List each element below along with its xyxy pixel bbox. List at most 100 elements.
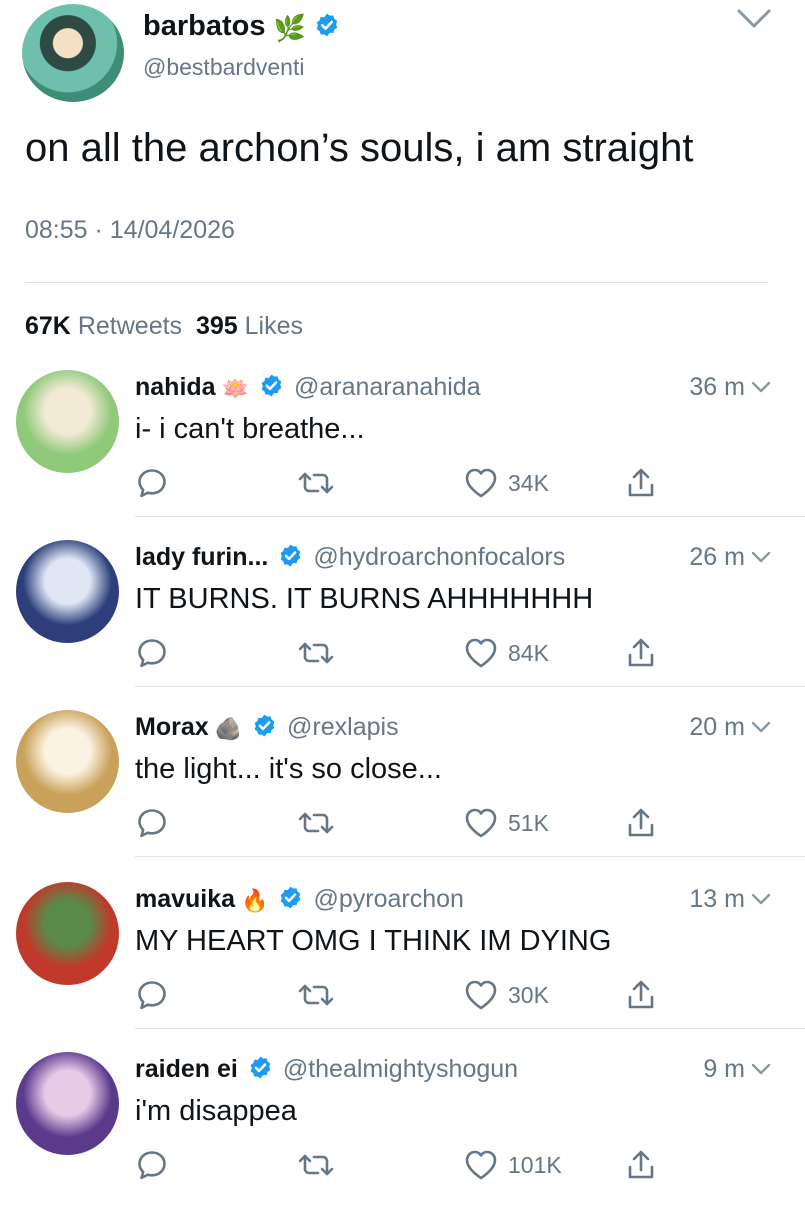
share-button[interactable] [626, 1148, 656, 1182]
author-name: barbatos [143, 10, 266, 42]
reply-author-name[interactable]: Morax [135, 713, 209, 741]
retweet-icon [298, 984, 334, 1006]
verified-badge-icon [281, 886, 301, 909]
reply-avatar[interactable] [16, 1052, 119, 1155]
reply-author-handle[interactable]: @aranaranahida [294, 373, 481, 401]
reply-tweet[interactable]: raiden ei @thealmightyshogun 9 m i'm dis… [0, 1042, 805, 1212]
reply-name-emoji: 🪷 [221, 376, 249, 401]
reply-author-handle[interactable]: @hydroarchonfocalors [313, 543, 565, 571]
retweet-icon [298, 472, 334, 494]
chevron-down-icon[interactable] [751, 1063, 771, 1076]
reply-author-handle[interactable]: @thealmightyshogun [283, 1055, 518, 1083]
like-button[interactable]: 101K [464, 1148, 562, 1182]
heart-icon [465, 1150, 497, 1180]
engagement-stats: 67K Retweets 395 Likes [25, 308, 303, 344]
retweets-stat[interactable]: 67K Retweets [25, 312, 182, 340]
reply-icon [138, 981, 166, 1010]
chevron-down-icon[interactable] [751, 893, 771, 906]
reply-separator [135, 686, 805, 687]
like-button[interactable]: 34K [464, 466, 549, 500]
reply-tweet[interactable]: lady furin... @hydroarchonfocalors 26 m … [0, 530, 805, 700]
like-count: 84K [508, 639, 549, 666]
verified-badge-icon [254, 714, 275, 737]
author-avatar[interactable] [22, 4, 124, 102]
tweet-timestamp: 08:55 · 14/04/2026 [25, 216, 235, 244]
reply-author-name[interactable]: mavuika [135, 885, 235, 913]
retweets-label: Retweets [77, 312, 183, 340]
reply-separator [135, 856, 805, 857]
chevron-down-icon[interactable] [736, 8, 772, 30]
reply-avatar[interactable] [16, 882, 119, 985]
retweet-button[interactable] [298, 466, 334, 500]
reply-tweet[interactable]: Morax 🪨 @rexlapis 20 m the light... it's … [0, 700, 805, 870]
author-name-row[interactable]: barbatos 🌿 [143, 8, 340, 46]
reply-avatar[interactable] [16, 540, 119, 643]
reply-author-handle[interactable]: @rexlapis [287, 713, 399, 741]
reply-separator [135, 516, 805, 517]
retweet-button[interactable] [298, 806, 334, 840]
share-icon [628, 468, 654, 497]
author-handle[interactable]: @bestbardventi [143, 52, 304, 82]
reply-tweet[interactable]: nahida 🪷 @aranaranahida 36 m i- i can't b… [0, 360, 805, 530]
retweet-icon [298, 1154, 334, 1176]
chevron-down-icon[interactable] [751, 721, 771, 734]
like-count: 34K [508, 469, 549, 496]
reply-avatar[interactable] [16, 370, 119, 473]
reply-icon [138, 809, 166, 838]
reply-tweet[interactable]: mavuika 🔥 @pyroarchon 13 m MY HEART OMG I… [0, 872, 805, 1042]
reply-time: 36 m [689, 373, 745, 401]
reply-header: Morax 🪨 @rexlapis [135, 710, 715, 746]
share-button[interactable] [626, 806, 656, 840]
share-button[interactable] [626, 466, 656, 500]
reply-button[interactable] [135, 636, 169, 670]
reply-time: 13 m [689, 885, 745, 913]
reply-separator [135, 1028, 805, 1029]
reply-time: 26 m [689, 543, 745, 571]
share-button[interactable] [626, 636, 656, 670]
reply-text: the light... it's so close... [135, 753, 442, 785]
reply-text: IT BURNS. IT BURNS AHHHHHHH [135, 583, 594, 615]
like-count: 30K [508, 981, 549, 1008]
verified-badge-icon [316, 13, 338, 37]
reply-icon [138, 1151, 166, 1180]
reply-button[interactable] [135, 806, 169, 840]
reply-header: nahida 🪷 @aranaranahida [135, 370, 715, 406]
reply-icon [138, 469, 166, 498]
likes-stat[interactable]: 395 Likes [196, 312, 303, 340]
heart-icon [465, 980, 497, 1010]
chevron-down-icon[interactable] [751, 381, 771, 394]
reply-author-name[interactable]: lady furin... [135, 543, 268, 571]
share-icon [628, 1150, 654, 1179]
verified-badge-icon [281, 544, 301, 567]
reply-header: raiden ei @thealmightyshogun [135, 1052, 715, 1086]
share-icon [628, 980, 654, 1009]
leaf-emoji: 🌿 [273, 13, 306, 43]
reply-time: 20 m [689, 713, 745, 741]
reply-author-handle[interactable]: @pyroarchon [313, 885, 463, 913]
retweet-button[interactable] [298, 636, 334, 670]
retweets-count: 67K [25, 312, 71, 340]
reply-author-name[interactable]: raiden ei [135, 1055, 238, 1083]
retweet-icon [298, 812, 334, 834]
reply-button[interactable] [135, 466, 169, 500]
share-icon [628, 638, 654, 667]
reply-header: lady furin... @hydroarchonfocalors [135, 540, 715, 574]
like-button[interactable]: 30K [464, 978, 549, 1012]
reply-header: mavuika 🔥 @pyroarchon [135, 882, 715, 918]
reply-button[interactable] [135, 978, 169, 1012]
reply-author-name[interactable]: nahida [135, 373, 216, 401]
retweet-button[interactable] [298, 1148, 334, 1182]
heart-icon [465, 638, 497, 668]
share-icon [628, 808, 654, 837]
share-button[interactable] [626, 978, 656, 1012]
reply-avatar[interactable] [16, 710, 119, 813]
like-button[interactable]: 51K [464, 806, 549, 840]
retweet-button[interactable] [298, 978, 334, 1012]
verified-badge-icon [250, 1056, 271, 1079]
reply-text: i- i can't breathe... [135, 413, 365, 445]
chevron-down-icon[interactable] [751, 551, 771, 564]
like-button[interactable]: 84K [464, 636, 549, 670]
likes-label: Likes [244, 312, 303, 340]
heart-icon [465, 468, 497, 498]
reply-button[interactable] [135, 1148, 169, 1182]
